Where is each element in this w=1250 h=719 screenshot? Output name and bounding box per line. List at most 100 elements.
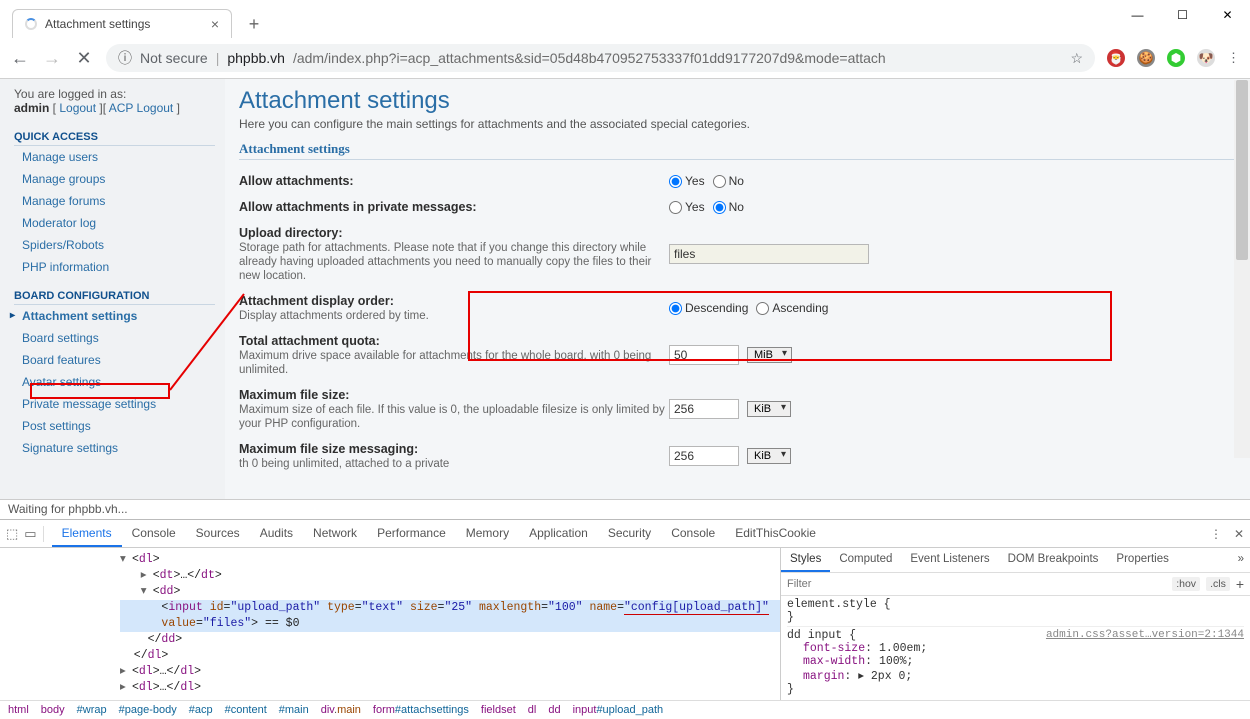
crumb[interactable]: #acp (189, 704, 213, 716)
devtools-breadcrumb[interactable]: htmlbody#wrap#page-body#acp#content#main… (0, 700, 1250, 719)
sidebar-item[interactable]: Manage users (14, 146, 215, 168)
upload-directory-input[interactable] (669, 244, 869, 264)
sidebar-item[interactable]: Avatar settings (14, 371, 215, 393)
sidebar-item[interactable]: Moderator log (14, 212, 215, 234)
logout-link[interactable]: Logout (59, 101, 96, 115)
crumb[interactable]: #wrap (77, 704, 107, 716)
new-tab-button[interactable]: + (240, 10, 268, 38)
devtools-tab[interactable]: EditThisCookie (725, 521, 826, 547)
hov-toggle[interactable]: :hov (1172, 577, 1200, 591)
sidebar-link[interactable]: Board settings (22, 331, 99, 345)
max-filesize-input[interactable] (669, 399, 739, 419)
crumb[interactable]: dd (548, 704, 560, 716)
maximize-button[interactable]: ☐ (1160, 0, 1205, 30)
devtools-tab[interactable]: Console (122, 521, 186, 547)
sidebar-link[interactable]: PHP information (22, 260, 109, 274)
sidebar-item[interactable]: Signature settings (14, 437, 215, 459)
sidebar-link[interactable]: Signature settings (22, 441, 118, 455)
minimize-button[interactable]: — (1115, 0, 1160, 30)
devtools-tab[interactable]: Security (598, 521, 661, 547)
extension-icon[interactable]: 🍪 (1137, 49, 1155, 67)
profile-avatar[interactable]: 🐶 (1197, 49, 1215, 67)
quota-input[interactable] (669, 345, 739, 365)
devtools-tab[interactable]: Performance (367, 521, 456, 547)
inspect-icon[interactable]: ⬚ (6, 526, 18, 542)
device-toolbar-icon[interactable]: ▭ (24, 526, 36, 542)
crumb[interactable]: form#attachsettings (373, 704, 469, 716)
max-filesize-pm-input[interactable] (669, 446, 739, 466)
styles-subtab[interactable]: Styles (781, 548, 830, 572)
styles-subtab[interactable]: Computed (830, 548, 901, 572)
allow-no-radio[interactable] (713, 175, 726, 188)
crumb[interactable]: html (8, 704, 29, 716)
sidebar-link[interactable]: Moderator log (22, 216, 96, 230)
browser-tab[interactable]: Attachment settings × (12, 9, 232, 38)
styles-rules[interactable]: element.style { } admin.css?asset…versio… (781, 596, 1250, 700)
sidebar-link[interactable]: Post settings (22, 419, 91, 433)
max-filesize-unit-select[interactable]: KiB (747, 401, 791, 417)
devtools-tab[interactable]: Console (661, 521, 725, 547)
sidebar-link[interactable]: Private message settings (22, 397, 156, 411)
allow-yes-radio[interactable] (669, 175, 682, 188)
more-tabs-icon[interactable]: » (1232, 548, 1250, 572)
sidebar-item[interactable]: Attachment settings (14, 305, 215, 327)
sidebar-link[interactable]: Avatar settings (22, 375, 101, 389)
scrollbar[interactable] (1234, 80, 1250, 458)
quota-unit-select[interactable]: MiB (747, 347, 792, 363)
sidebar-link[interactable]: Manage forums (22, 194, 105, 208)
close-tab-button[interactable]: × (211, 16, 219, 32)
order-desc-radio[interactable] (669, 302, 682, 315)
kebab-menu-icon[interactable]: ⋮ (1227, 50, 1240, 66)
styles-subtab[interactable]: DOM Breakpoints (999, 548, 1108, 572)
order-asc-radio[interactable] (756, 302, 769, 315)
crumb[interactable]: #page-body (119, 704, 177, 716)
sidebar-item[interactable]: Spiders/Robots (14, 234, 215, 256)
sidebar-link[interactable]: Board features (22, 353, 101, 367)
allow-pm-no-radio[interactable] (713, 201, 726, 214)
devtools-tab[interactable]: Network (303, 521, 367, 547)
add-rule-icon[interactable]: + (1236, 576, 1244, 592)
styles-filter-input[interactable] (787, 578, 1166, 590)
close-window-button[interactable]: ✕ (1205, 0, 1250, 30)
css-property[interactable]: max-width: 100%; (787, 655, 1244, 668)
crumb[interactable]: #main (279, 704, 309, 716)
sidebar-item[interactable]: PHP information (14, 256, 215, 278)
devtools-tab[interactable]: Sources (186, 521, 250, 547)
sidebar-item[interactable]: Manage forums (14, 190, 215, 212)
sidebar-item[interactable]: Private message settings (14, 393, 215, 415)
sidebar-item[interactable]: Board features (14, 349, 215, 371)
sidebar-link[interactable]: Manage groups (22, 172, 105, 186)
sidebar-link[interactable]: Spiders/Robots (22, 238, 104, 252)
cls-toggle[interactable]: .cls (1206, 577, 1230, 591)
css-property[interactable]: font-size: 1.00em; (787, 642, 1244, 655)
styles-subtab[interactable]: Event Listeners (901, 548, 998, 572)
url-bar[interactable]: ⓘ Not secure | phpbb.vh/adm/index.php?i=… (106, 44, 1095, 72)
max-filesize-pm-unit-select[interactable]: KiB (747, 448, 791, 464)
devtools-tab[interactable]: Audits (250, 521, 303, 547)
back-button[interactable]: ← (10, 48, 30, 68)
css-property[interactable]: margin: ▸ 2px 0; (787, 668, 1244, 683)
sidebar-item[interactable]: Post settings (14, 415, 215, 437)
devtools-tab[interactable]: Elements (52, 521, 122, 547)
devtools-tab[interactable]: Application (519, 521, 598, 547)
devtools-tab[interactable]: Memory (456, 521, 519, 547)
stop-button[interactable]: ✕ (74, 48, 94, 68)
devtools-elements-tree[interactable]: ▾<dl> ▸<dt>…</dt> ▾<dd> <input id="uploa… (0, 548, 780, 700)
sidebar-item[interactable]: Manage groups (14, 168, 215, 190)
sidebar-item[interactable]: Board settings (14, 327, 215, 349)
allow-pm-yes-radio[interactable] (669, 201, 682, 214)
sidebar-link[interactable]: Attachment settings (22, 309, 137, 323)
rule-source[interactable]: admin.css?asset…version=2:1344 (1046, 629, 1244, 641)
extension-icon[interactable]: 🎅 (1107, 49, 1125, 67)
styles-subtab[interactable]: Properties (1107, 548, 1177, 572)
extension-icon[interactable]: ⬢ (1167, 49, 1185, 67)
devtools-close-icon[interactable]: ✕ (1234, 527, 1244, 541)
crumb[interactable]: #content (225, 704, 267, 716)
crumb[interactable]: dl (528, 704, 537, 716)
crumb[interactable]: div.main (321, 704, 361, 716)
acp-logout-link[interactable]: ACP Logout (109, 101, 174, 115)
sidebar-link[interactable]: Manage users (22, 150, 98, 164)
crumb[interactable]: fieldset (481, 704, 516, 716)
forward-button[interactable]: → (42, 48, 62, 68)
devtools-kebab-icon[interactable]: ⋮ (1210, 527, 1222, 541)
